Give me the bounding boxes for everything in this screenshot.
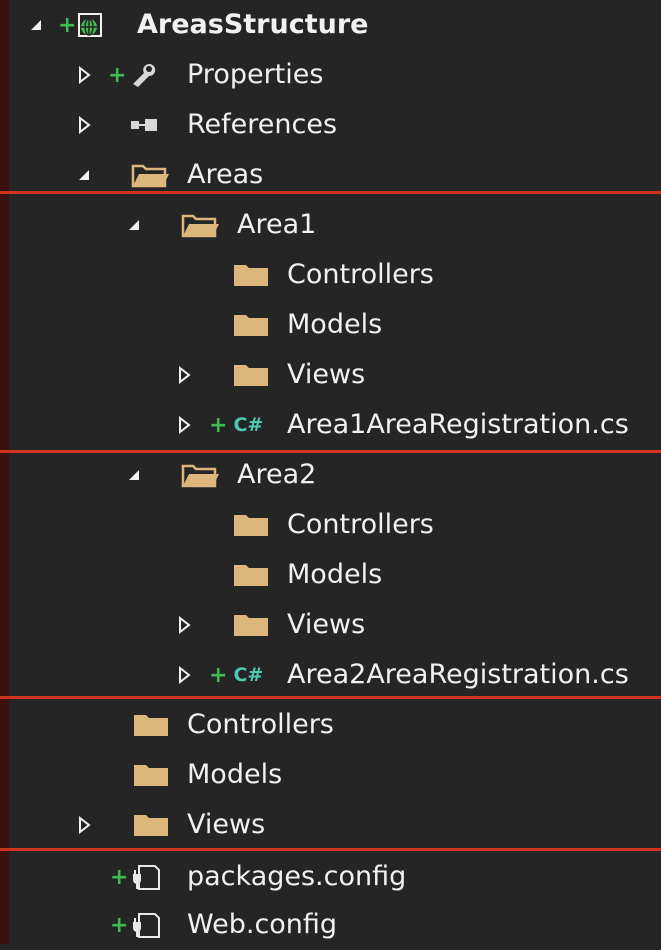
collapsed-arrow-icon[interactable] [75, 65, 93, 85]
folder-icon [231, 312, 271, 338]
folder-open-icon [130, 162, 170, 188]
tree-node-label: Models [187, 759, 283, 790]
tree-node-label: Views [187, 809, 266, 840]
config-file-icon: + [110, 912, 173, 938]
tree-node-label: Area2 [237, 459, 317, 490]
config-file-icon: + [110, 864, 173, 890]
folder-open-icon [180, 212, 220, 238]
folder-icon [231, 262, 271, 288]
solution-explorer-tree: + AreasStructure + Properties References… [0, 0, 661, 944]
tree-node-models[interactable]: Models [0, 750, 661, 800]
tree-node-area2-controllers[interactable]: Controllers [0, 500, 661, 550]
folder-icon [231, 362, 271, 388]
tree-node-area2-views[interactable]: Views [0, 600, 661, 650]
csharp-file-icon: + C# [209, 412, 263, 438]
tree-node-label: References [187, 109, 338, 140]
highlight-separator [0, 191, 661, 194]
added-plus-icon: + [110, 864, 129, 890]
collapsed-arrow-icon[interactable] [175, 365, 193, 385]
tree-node-label: Areas [187, 159, 264, 190]
added-plus-icon: + [108, 62, 127, 88]
folder-icon [131, 762, 171, 788]
folder-icon [231, 512, 271, 538]
wrench-icon: + [108, 62, 158, 88]
web-project-icon: + [58, 12, 123, 38]
tree-node-area1-models[interactable]: Models [0, 300, 661, 350]
tree-node-label: Controllers [187, 709, 334, 740]
folder-open-icon [180, 462, 220, 488]
tree-node-packages-config[interactable]: + packages.config [0, 852, 661, 902]
tree-node-area2[interactable]: Area2 [0, 450, 661, 500]
tree-node-label: Properties [187, 59, 324, 90]
added-plus-icon: + [209, 662, 228, 688]
highlight-separator [0, 696, 661, 699]
collapsed-arrow-icon[interactable] [175, 415, 193, 435]
tree-node-label: Models [287, 309, 383, 340]
csharp-glyph: C# [233, 664, 264, 686]
tree-node-properties[interactable]: + Properties [0, 50, 661, 100]
tree-node-label: Controllers [287, 509, 434, 540]
csharp-file-icon: + C# [209, 662, 263, 688]
tree-node-area1-views[interactable]: Views [0, 350, 661, 400]
tree-node-label: Views [287, 359, 366, 390]
tree-node-label: packages.config [187, 861, 407, 892]
tree-node-label: Area2AreaRegistration.cs [287, 659, 629, 690]
references-icon [129, 112, 173, 138]
tree-node-label: Controllers [287, 259, 434, 290]
tree-node-label: Models [287, 559, 383, 590]
tree-node-views[interactable]: Views [0, 800, 661, 850]
folder-icon [231, 562, 271, 588]
added-plus-icon: + [110, 912, 129, 938]
tree-node-label: Area1 [237, 209, 317, 240]
tree-node-area2-registration[interactable]: + C# Area2AreaRegistration.cs [0, 650, 661, 700]
expanded-arrow-icon[interactable] [27, 15, 45, 35]
collapsed-arrow-icon[interactable] [175, 615, 193, 635]
tree-node-area2-models[interactable]: Models [0, 550, 661, 600]
added-plus-icon: + [58, 12, 77, 38]
collapsed-arrow-icon[interactable] [75, 115, 93, 135]
expanded-arrow-icon[interactable] [125, 215, 143, 235]
csharp-glyph: C# [233, 414, 264, 436]
tree-node-controllers[interactable]: Controllers [0, 700, 661, 750]
folder-icon [131, 712, 171, 738]
collapsed-arrow-icon[interactable] [75, 815, 93, 835]
tree-node-label: Area1AreaRegistration.cs [287, 409, 629, 440]
expanded-arrow-icon[interactable] [75, 165, 93, 185]
expanded-arrow-icon[interactable] [125, 465, 143, 485]
tree-node-web-config[interactable]: + Web.config [0, 900, 661, 950]
folder-icon [231, 612, 271, 638]
tree-node-project-root[interactable]: + AreasStructure [0, 0, 661, 50]
tree-node-area1[interactable]: Area1 [0, 200, 661, 250]
added-plus-icon: + [209, 412, 228, 438]
folder-icon [131, 812, 171, 838]
tree-node-references[interactable]: References [0, 100, 661, 150]
tree-node-label: Views [287, 609, 366, 640]
tree-node-area1-controllers[interactable]: Controllers [0, 250, 661, 300]
project-name-label: AreasStructure [137, 9, 369, 40]
tree-node-area1-registration[interactable]: + C# Area1AreaRegistration.cs [0, 400, 661, 450]
tree-node-label: Web.config [187, 909, 338, 940]
highlight-separator [0, 848, 661, 851]
collapsed-arrow-icon[interactable] [175, 665, 193, 685]
